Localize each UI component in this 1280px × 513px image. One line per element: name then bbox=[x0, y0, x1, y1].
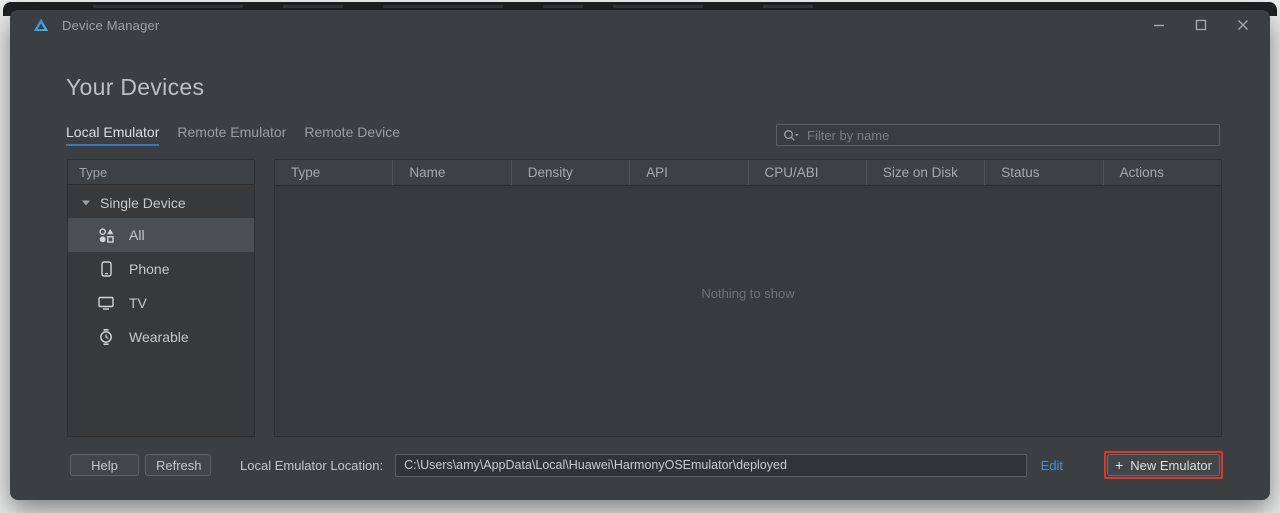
background-artifact bbox=[543, 5, 583, 8]
sidebar-item-phone[interactable]: Phone bbox=[68, 252, 254, 286]
deveco-logo-icon bbox=[33, 18, 49, 31]
background-artifact bbox=[613, 5, 703, 8]
help-button[interactable]: Help bbox=[70, 454, 139, 476]
table-header-row: Type Name Density API CPU/ABI Size on Di… bbox=[275, 160, 1221, 186]
new-emulator-highlight: + New Emulator bbox=[1104, 451, 1223, 479]
sidebar-item-label: TV bbox=[129, 295, 147, 311]
page-title: Your Devices bbox=[66, 74, 205, 100]
column-header-name[interactable]: Name bbox=[393, 160, 512, 185]
close-icon bbox=[1238, 20, 1248, 30]
new-emulator-button[interactable]: + New Emulator bbox=[1107, 454, 1220, 476]
location-label: Local Emulator Location: bbox=[240, 457, 384, 473]
wearable-watch-icon bbox=[98, 329, 114, 345]
background-artifact bbox=[283, 5, 343, 8]
table-body: Nothing to show bbox=[275, 186, 1221, 436]
edit-link[interactable]: Edit bbox=[1041, 458, 1063, 473]
tab-remote-device[interactable]: Remote Device bbox=[304, 124, 400, 146]
close-button[interactable] bbox=[1226, 12, 1260, 38]
maximize-button[interactable] bbox=[1184, 12, 1218, 38]
tab-bar: Local Emulator Remote Emulator Remote De… bbox=[66, 124, 1220, 146]
background-artifact bbox=[763, 5, 813, 8]
window-controls bbox=[1134, 12, 1260, 38]
empty-state-text: Nothing to show bbox=[701, 286, 795, 301]
tree-group-single-device[interactable]: Single Device bbox=[68, 187, 254, 218]
footer-bar: Help Refresh Local Emulator Location: Ed… bbox=[70, 451, 1223, 479]
device-type-panel: Type Single Device All Phone TV Wearable bbox=[67, 159, 255, 437]
plus-icon: + bbox=[1115, 457, 1124, 473]
device-table-panel: Type Name Density API CPU/ABI Size on Di… bbox=[274, 159, 1222, 437]
column-header-actions[interactable]: Actions bbox=[1104, 160, 1221, 185]
sidebar-item-label: Phone bbox=[129, 261, 170, 277]
content-area: Type Single Device All Phone TV Wearable… bbox=[67, 159, 1222, 437]
column-header-density[interactable]: Density bbox=[512, 160, 631, 185]
phone-icon bbox=[98, 261, 114, 277]
background-artifact bbox=[93, 5, 243, 8]
sidebar-item-all[interactable]: All bbox=[68, 218, 254, 252]
type-panel-header: Type bbox=[68, 160, 254, 185]
location-input[interactable] bbox=[395, 453, 1027, 477]
column-header-type[interactable]: Type bbox=[275, 160, 394, 185]
tab-remote-emulator[interactable]: Remote Emulator bbox=[177, 124, 286, 146]
sidebar-item-tv[interactable]: TV bbox=[68, 286, 254, 320]
column-header-api[interactable]: API bbox=[630, 160, 749, 185]
background-artifact bbox=[383, 5, 503, 8]
sidebar-item-wearable[interactable]: Wearable bbox=[68, 320, 254, 354]
title-bar[interactable]: Device Manager bbox=[10, 10, 1270, 40]
column-header-size-on-disk[interactable]: Size on Disk bbox=[867, 160, 986, 185]
minimize-icon bbox=[1154, 24, 1164, 27]
sidebar-item-label: All bbox=[129, 227, 145, 243]
minimize-button[interactable] bbox=[1142, 12, 1176, 38]
all-categories-icon bbox=[98, 227, 114, 243]
tab-local-emulator[interactable]: Local Emulator bbox=[66, 124, 160, 146]
column-header-cpu-abi[interactable]: CPU/ABI bbox=[749, 160, 867, 185]
refresh-button[interactable]: Refresh bbox=[145, 454, 211, 476]
filter-input[interactable] bbox=[807, 127, 1213, 143]
maximize-icon bbox=[1195, 19, 1207, 31]
tree-group-label: Single Device bbox=[100, 194, 186, 211]
device-type-tree: Single Device All Phone TV Wearable bbox=[68, 185, 254, 354]
search-icon[interactable] bbox=[783, 129, 799, 142]
filter-field[interactable] bbox=[776, 124, 1220, 146]
collapse-caret-icon[interactable] bbox=[81, 199, 91, 207]
column-header-status[interactable]: Status bbox=[985, 160, 1104, 185]
tv-icon bbox=[98, 296, 114, 310]
new-emulator-label: New Emulator bbox=[1130, 457, 1212, 473]
sidebar-item-label: Wearable bbox=[129, 329, 189, 345]
device-manager-window: Device Manager Your Devices Local Emulat… bbox=[10, 10, 1270, 500]
window-title: Device Manager bbox=[62, 17, 160, 33]
